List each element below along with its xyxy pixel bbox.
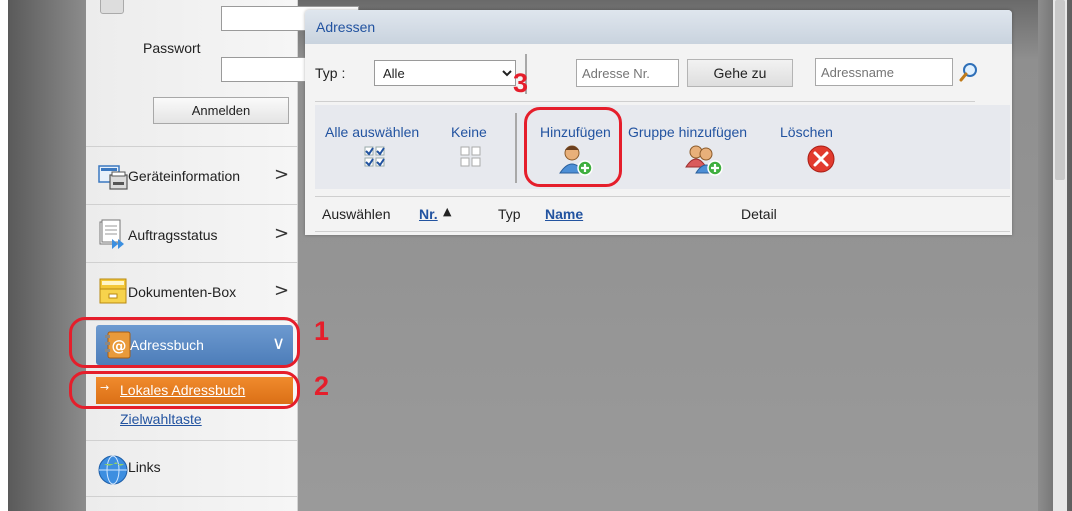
sidebar: Passwort Anmelden Geräteinformation > Au…: [86, 0, 359, 511]
column-name[interactable]: Name: [545, 206, 583, 222]
job-status-icon: [99, 219, 124, 249]
add-user-icon[interactable]: [558, 143, 594, 177]
action-toolbar: [315, 105, 1010, 189]
goto-button[interactable]: Gehe zu: [687, 59, 793, 87]
sidebar-item-document-box[interactable]: Dokumenten-Box >: [86, 262, 298, 320]
delete-icon[interactable]: [805, 143, 837, 175]
scrollbar-thumb[interactable]: [1055, 0, 1065, 180]
address-name-input[interactable]: [815, 58, 953, 86]
chevron-right-icon: >: [274, 280, 290, 301]
device-info-icon: [98, 165, 128, 190]
type-label: Typ :: [315, 65, 346, 81]
globe-icon: [98, 455, 128, 485]
add-link[interactable]: Hinzufügen: [540, 124, 611, 140]
divider: [315, 101, 975, 102]
subitem-label: Lokales Adressbuch: [120, 382, 246, 398]
select-all-icon[interactable]: [364, 146, 386, 168]
select-none-link[interactable]: Keine: [451, 124, 487, 140]
add-group-link[interactable]: Gruppe hinzufügen: [628, 124, 747, 140]
chevron-down-icon: ∨: [272, 333, 286, 354]
type-select[interactable]: Alle: [374, 60, 516, 86]
sidebar-item-label: Links: [128, 459, 161, 475]
page-margin-left: [8, 0, 86, 511]
sidebar-item-links[interactable]: Links: [86, 440, 298, 498]
password-label: Passwort: [143, 40, 201, 56]
divider: [315, 231, 1010, 232]
address-number-input[interactable]: [576, 59, 679, 87]
chevron-right-icon: >: [274, 223, 290, 244]
callout-2: 2: [314, 371, 330, 401]
sidebar-item-label: Auftragsstatus: [128, 227, 218, 243]
browser-viewport: Passwort Anmelden Geräteinformation > Au…: [8, 0, 1072, 511]
svg-text:@: @: [112, 337, 127, 355]
callout-3: 3: [513, 68, 529, 98]
sidebar-divider: [86, 496, 298, 511]
sidebar-item-label: Adressbuch: [130, 337, 204, 353]
subitem-local-address-book[interactable]: → Lokales Adressbuch: [96, 377, 293, 404]
column-select: Auswählen: [322, 206, 391, 222]
column-detail: Detail: [741, 206, 777, 222]
delete-link[interactable]: Löschen: [780, 124, 833, 140]
select-none-icon[interactable]: [460, 146, 482, 168]
login-button[interactable]: Anmelden: [153, 97, 289, 124]
arrow-right-icon: →: [100, 381, 110, 394]
document-box-icon: [99, 278, 127, 304]
subitem-speed-dial[interactable]: Zielwahltaste: [120, 411, 202, 427]
panel-header: Adressen: [305, 10, 1012, 44]
sidebar-item-label: Geräteinformation: [128, 168, 241, 184]
table-header: Auswählen Nr. ▲ Typ Name Detail: [315, 197, 1010, 225]
add-group-icon[interactable]: [684, 143, 724, 177]
sidebar-item-address-book-active[interactable]: @ Adressbuch ∨: [96, 325, 293, 365]
callout-1: 1: [314, 316, 330, 346]
divider: [315, 196, 1010, 197]
address-panel: Adressen Typ : Alle Gehe zu Alle auswähl…: [305, 10, 1012, 235]
select-all-link[interactable]: Alle auswählen: [325, 124, 419, 140]
chevron-right-icon: >: [274, 164, 290, 185]
sidebar-item-device-info[interactable]: Geräteinformation >: [86, 146, 298, 204]
search-icon[interactable]: [958, 61, 980, 83]
user-icon: [100, 0, 124, 14]
sort-ascending-icon[interactable]: ▲: [443, 205, 451, 218]
divider: [515, 113, 517, 183]
column-number[interactable]: Nr.: [419, 206, 438, 222]
sidebar-item-job-status[interactable]: Auftragsstatus >: [86, 204, 298, 262]
column-type: Typ: [498, 206, 521, 222]
sidebar-item-label: Dokumenten-Box: [128, 284, 237, 300]
panel-title: Adressen: [316, 19, 376, 35]
